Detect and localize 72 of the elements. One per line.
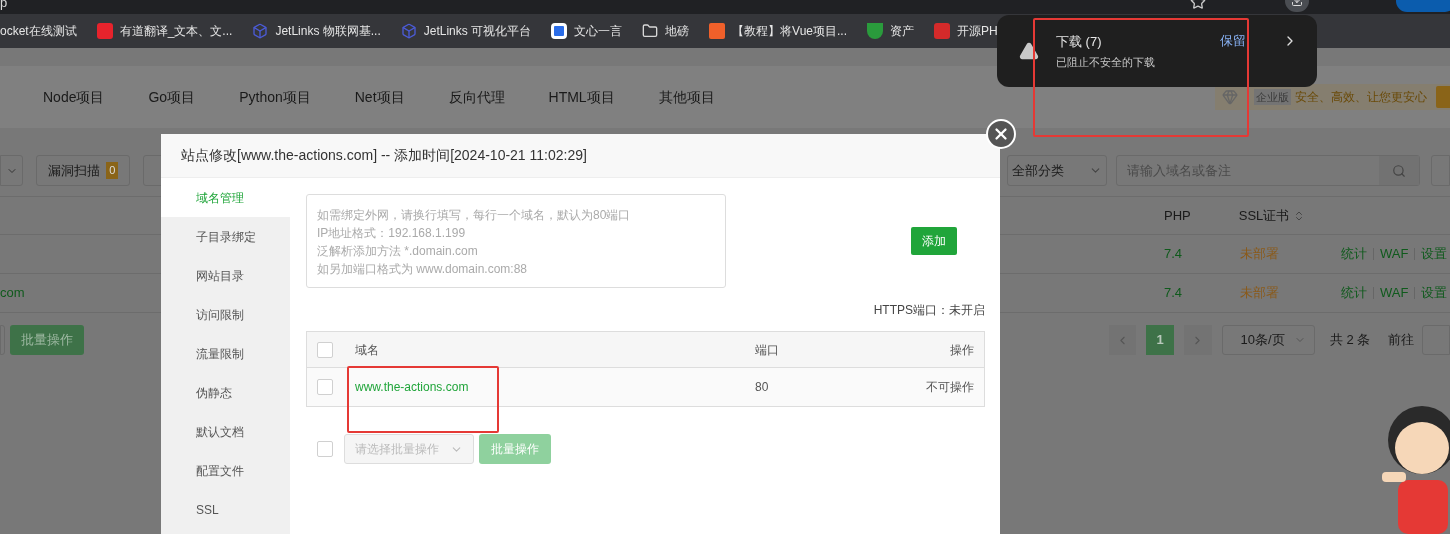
cube-icon [400, 23, 417, 39]
bookmark[interactable]: 地磅 [642, 22, 690, 40]
dropdown[interactable] [0, 155, 24, 186]
shield-icon [867, 23, 883, 39]
app-icon [709, 23, 726, 39]
dialog-menu-item[interactable]: 配置文件 [161, 451, 290, 490]
bookmark[interactable]: JetLinks 物联网基... [252, 22, 381, 40]
nav-tab[interactable]: Node项目 [43, 86, 105, 108]
https-port-status: HTTPS端口：未开启 [873, 302, 985, 319]
nav-tab[interactable]: Go项目 [148, 86, 196, 108]
app-icon [551, 23, 568, 39]
port-cell-text: 80 [755, 379, 769, 396]
dialog-menu-item[interactable]: 伪静态 [161, 373, 290, 412]
prev-page-button[interactable] [1108, 325, 1137, 355]
category-select[interactable]: 全部分类 [1007, 155, 1108, 186]
php-version: 7.4 [1164, 284, 1184, 303]
domain-textarea[interactable]: 如需绑定外网，请换行填写，每行一个域名，默认为80端口 IP地址格式：192.168.1.199 泛解析添加方法 *.domain.com 如另加端口格式为 www.domain.com:88 [306, 194, 726, 288]
bookmark[interactable]: 开源PH [934, 22, 998, 40]
download-title: 下载 (7) [1056, 32, 1103, 51]
checkbox[interactable] [317, 341, 333, 358]
ssl-status: 未部署 [1240, 245, 1280, 264]
checkbox[interactable] [317, 379, 333, 395]
cube-icon [252, 23, 269, 39]
promo-text: 安全、高效、让您更安心 [1295, 89, 1427, 106]
bookmark[interactable]: JetLinks 可视化平台 [400, 22, 532, 40]
download-subtitle: 已阻止不安全的下载 [1056, 55, 1156, 70]
nav-tab[interactable]: 其他项目 [658, 86, 715, 108]
close-icon [992, 125, 1010, 143]
folder-icon [642, 23, 659, 39]
bookmark[interactable]: 资产 [867, 22, 914, 40]
dialog-menu-item[interactable]: 子目录绑定 [161, 217, 290, 256]
nav-tab[interactable]: HTML项目 [548, 86, 615, 108]
ssl-status: 未部署 [1240, 284, 1280, 303]
batch-button[interactable]: 批量操作 [9, 325, 84, 355]
dialog-menu-item[interactable]: 默认文档 [161, 412, 290, 451]
page-size-select[interactable]: 10条/页 [1221, 325, 1315, 355]
dialog-menu-item[interactable]: 流量限制 [161, 334, 290, 373]
column-header: 端口 [755, 341, 779, 359]
dialog-menu-item[interactable]: 域名管理 [161, 178, 290, 217]
total-count: 共 2 条 [1329, 331, 1371, 350]
bookmark[interactable]: 【教程】将Vue项目... [709, 22, 847, 40]
column-header: 域名 [355, 341, 380, 359]
column-header: PHP [1164, 206, 1191, 225]
dialog-menu-item[interactable]: 网站目录 [161, 256, 290, 295]
dialog-menu-item[interactable]: SSL [161, 490, 290, 529]
bookmark[interactable]: 文心一言 [551, 22, 623, 40]
column-header: 操作 [950, 341, 974, 359]
nav-tab[interactable]: 反向代理 [448, 86, 505, 108]
warning-icon [1019, 41, 1039, 61]
address-text: p [0, 0, 8, 9]
column-header[interactable]: SSL证书 [1238, 205, 1306, 226]
domain-link[interactable]: www.the-actions.com [355, 378, 755, 396]
dialog-menu-item[interactable]: 访问限制 [161, 295, 290, 334]
app-icon [934, 23, 950, 39]
php-version: 7.4 [1164, 245, 1184, 264]
upgrade-button[interactable] [1436, 86, 1450, 108]
count-badge: 0 [106, 162, 119, 179]
bookmark[interactable]: 有道翻译_文本、文... [96, 22, 233, 40]
bookmark[interactable]: ocket在线测试 [0, 22, 77, 40]
nav-tab[interactable]: Python项目 [239, 86, 311, 108]
nav-tab[interactable]: Net项目 [354, 86, 405, 108]
dialog-title: 站点修改[www.the-actions.com] -- 添加时间[2024-10-21 11:02:29] [181, 146, 587, 165]
app-icon [96, 23, 113, 39]
next-page-button[interactable] [1183, 325, 1212, 355]
keep-link[interactable]: 保留 [1220, 31, 1246, 51]
search-icon[interactable] [1378, 156, 1419, 185]
goto-label: 前往 [1388, 331, 1415, 350]
page-button[interactable]: 1 [1146, 325, 1174, 355]
action-cell-text: 不可操作 [926, 379, 974, 396]
diamond-icon [1222, 89, 1238, 105]
scan-button[interactable]: 漏洞扫描 0 [36, 155, 131, 186]
add-button[interactable]: 添加 [911, 227, 957, 255]
